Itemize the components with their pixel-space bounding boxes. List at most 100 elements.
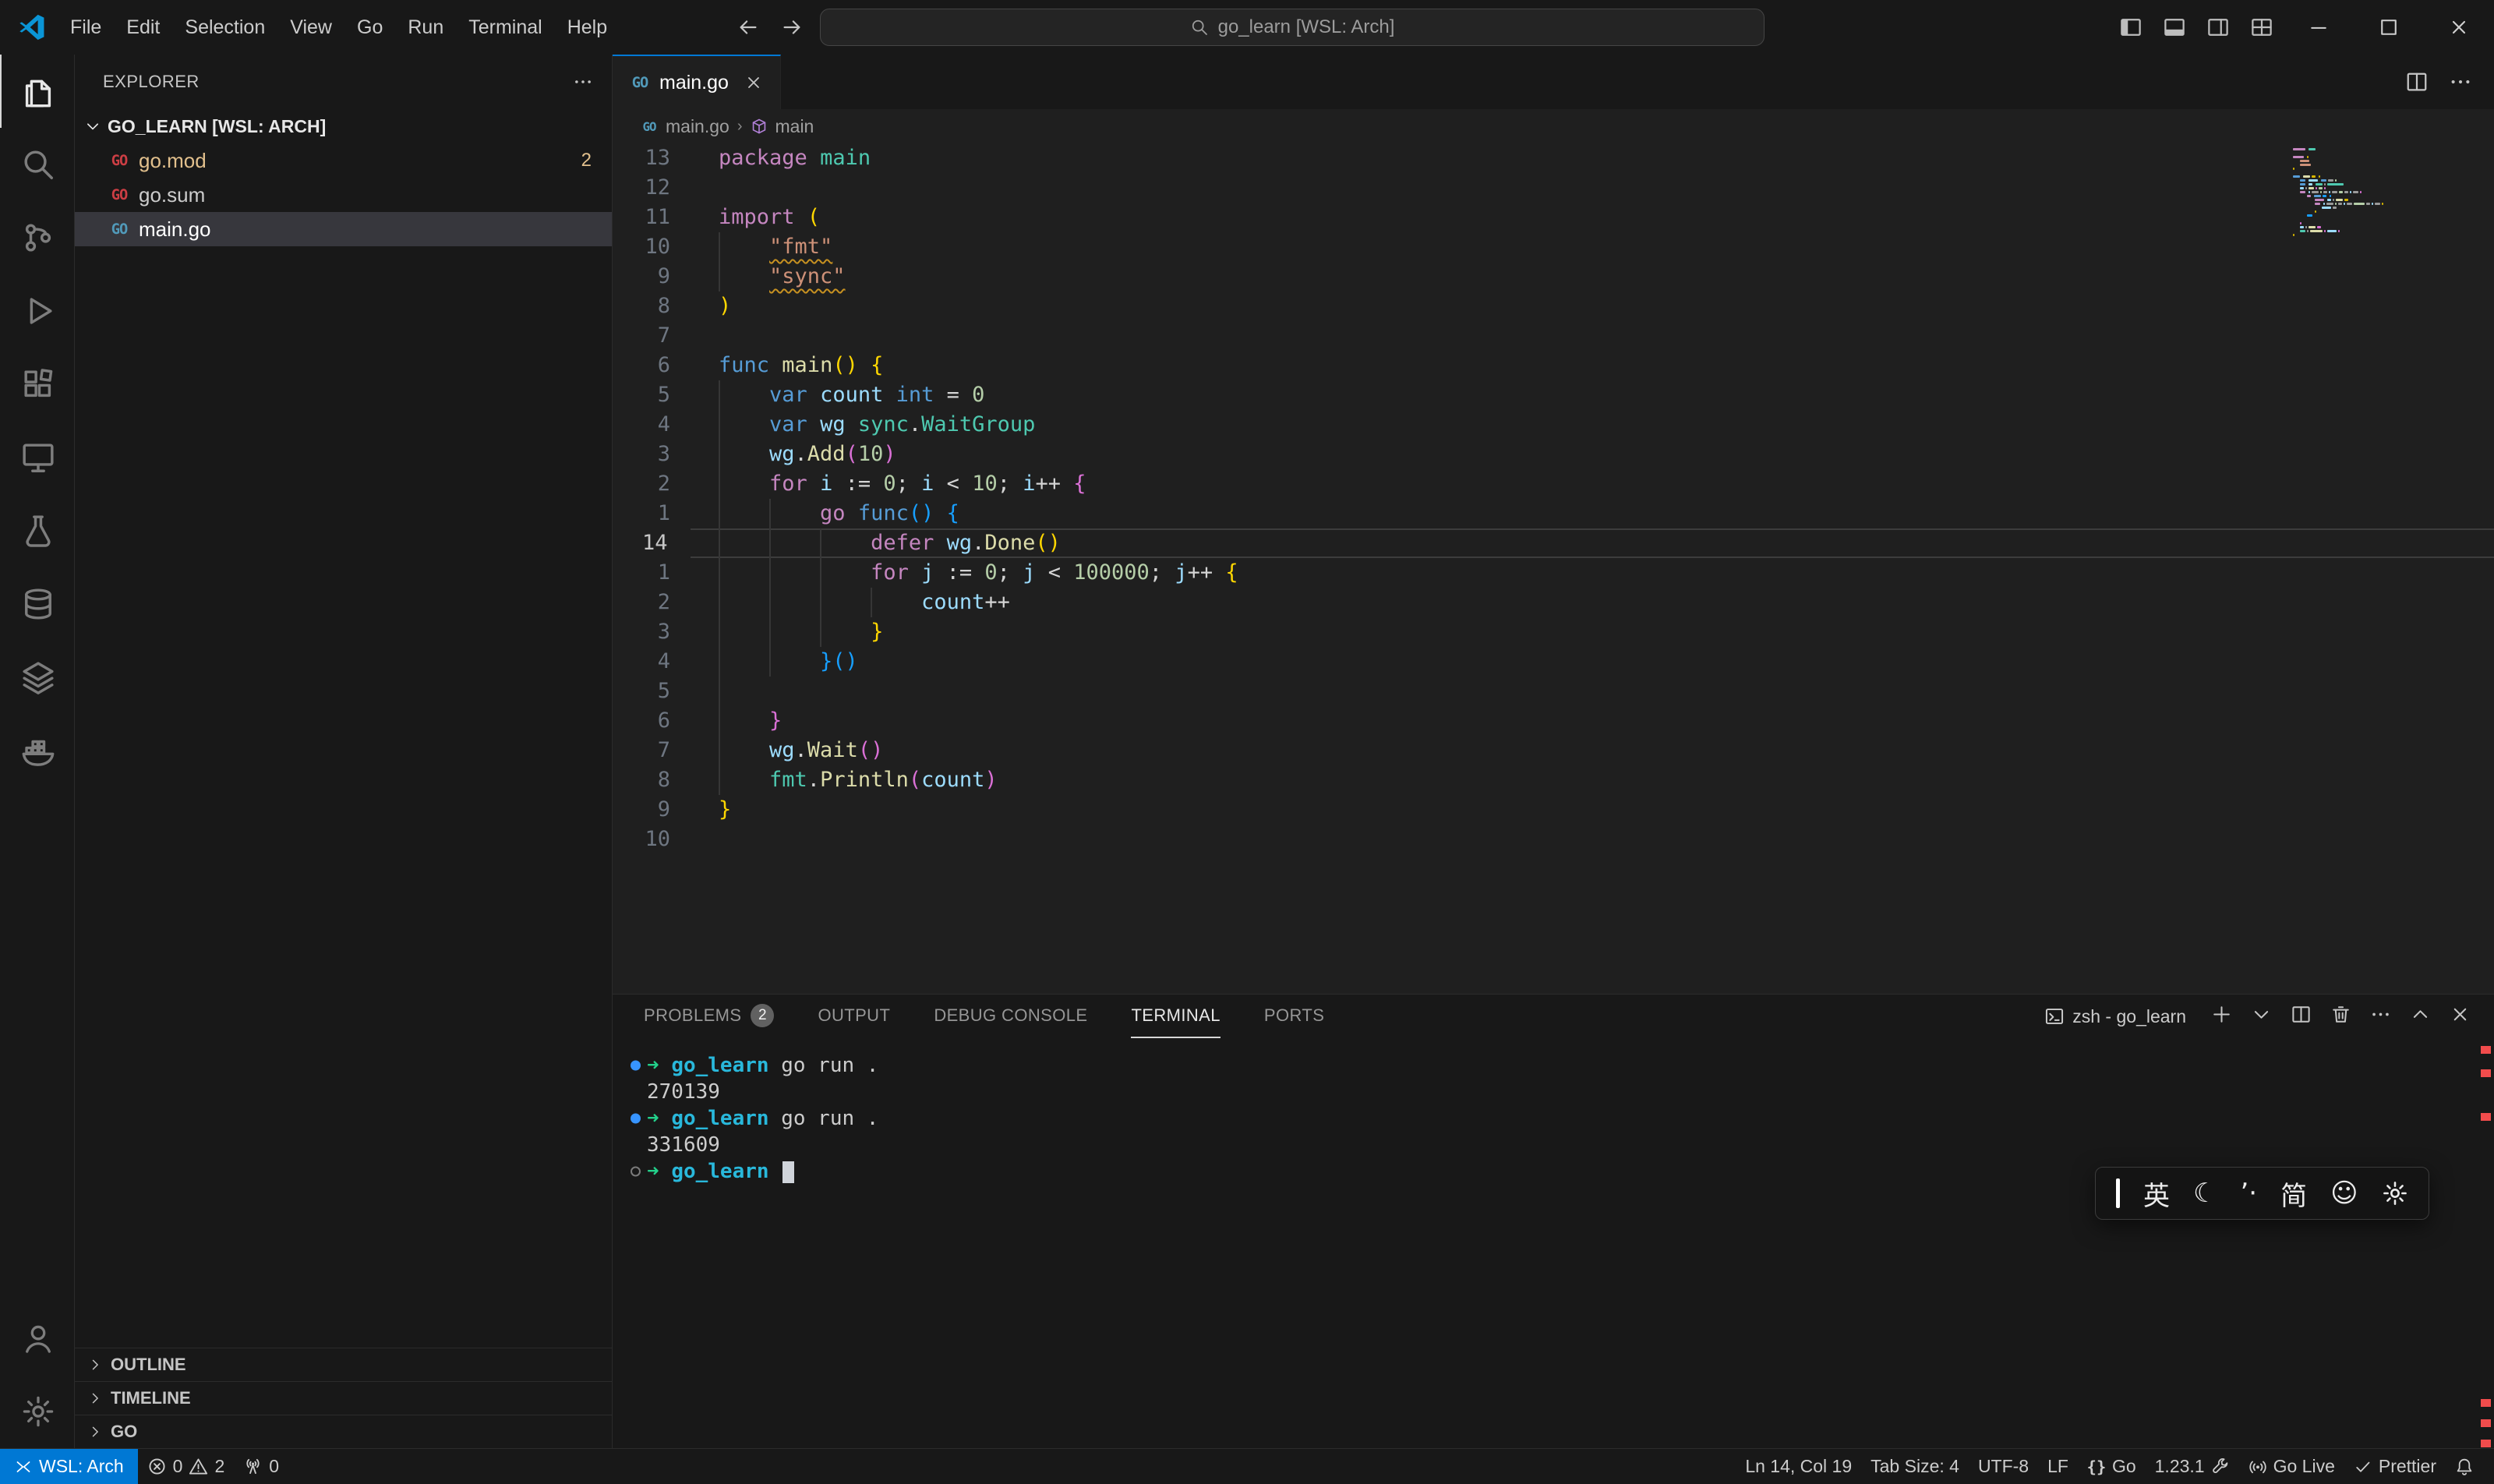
line-content[interactable]: var wg sync.WaitGroup xyxy=(691,410,2494,440)
close-button[interactable] xyxy=(2424,0,2494,55)
breadcrumb-item[interactable]: main xyxy=(775,116,814,137)
command-decoration[interactable] xyxy=(631,1114,641,1124)
panel-tab-debug-console[interactable]: DEBUG CONSOLE xyxy=(934,995,1087,1038)
command-decoration[interactable] xyxy=(631,1061,641,1071)
section-go[interactable]: GO xyxy=(75,1415,612,1448)
ellipsis-icon[interactable] xyxy=(2449,70,2472,94)
breadcrumb-item[interactable]: main.go xyxy=(666,116,729,137)
maximize-button[interactable] xyxy=(2354,0,2424,55)
status-ports[interactable]: 0 xyxy=(234,1449,288,1484)
section-timeline[interactable]: TIMELINE xyxy=(75,1381,612,1415)
menu-terminal[interactable]: Terminal xyxy=(456,9,554,47)
layout-sidebar-left-button[interactable] xyxy=(2109,0,2153,55)
layout-sidebar-right-button[interactable] xyxy=(2196,0,2240,55)
menu-file[interactable]: File xyxy=(58,9,114,47)
section-outline[interactable]: OUTLINE xyxy=(75,1348,612,1381)
status-remote-indicator[interactable]: WSL: Arch xyxy=(0,1449,138,1484)
status-eol[interactable]: LF xyxy=(2038,1449,2078,1484)
ellipsis-icon[interactable] xyxy=(573,72,593,92)
line-content[interactable]: } xyxy=(691,706,2494,736)
menu-help[interactable]: Help xyxy=(555,9,620,47)
activity-explorer[interactable] xyxy=(0,55,75,128)
tab-close-button[interactable] xyxy=(744,73,763,92)
line-content[interactable]: ) xyxy=(691,292,2494,321)
line-content[interactable]: }() xyxy=(691,647,2494,677)
activity-accounts[interactable] xyxy=(0,1302,75,1375)
trash-button[interactable] xyxy=(2330,1004,2351,1029)
chevron-down-button[interactable] xyxy=(2251,1004,2272,1029)
panel-tab-terminal[interactable]: TERMINAL xyxy=(1131,995,1220,1038)
activity-docker[interactable] xyxy=(0,714,75,787)
close-button[interactable] xyxy=(2450,1004,2471,1029)
minimap[interactable] xyxy=(2293,148,2480,242)
status-encoding[interactable]: UTF-8 xyxy=(1969,1449,2038,1484)
line-content[interactable] xyxy=(691,173,2494,203)
status-indentation[interactable]: Tab Size: 4 xyxy=(1861,1449,1969,1484)
file-go.mod[interactable]: GOgo.mod2 xyxy=(75,143,612,178)
line-content[interactable]: for i := 0; i < 10; i++ { xyxy=(691,469,2494,499)
status-go-live[interactable]: Go Live xyxy=(2239,1449,2344,1484)
activity-search[interactable] xyxy=(0,128,75,201)
line-content[interactable]: } xyxy=(691,617,2494,647)
line-content[interactable]: package main xyxy=(691,143,2494,173)
line-content[interactable]: go func() { xyxy=(691,499,2494,528)
split-editor-icon[interactable] xyxy=(2405,70,2429,94)
panel-tab-output[interactable]: OUTPUT xyxy=(818,995,890,1038)
ime-simplified-chinese[interactable]: 简 xyxy=(2280,1175,2307,1213)
ime-night-mode[interactable]: ☾ xyxy=(2193,1178,2217,1209)
activity-source-control[interactable] xyxy=(0,201,75,274)
line-content[interactable]: wg.Add(10) xyxy=(691,440,2494,469)
arrow-left-icon[interactable] xyxy=(737,16,760,39)
panel-tab-ports[interactable]: PORTS xyxy=(1264,995,1324,1038)
activity-run-debug[interactable] xyxy=(0,274,75,348)
tab-main.go[interactable]: GOmain.go xyxy=(613,55,781,109)
line-content[interactable] xyxy=(691,677,2494,706)
line-content[interactable]: fmt.Println(count) xyxy=(691,765,2494,795)
menu-edit[interactable]: Edit xyxy=(114,9,172,47)
panel-tab-problems[interactable]: PROBLEMS2 xyxy=(644,995,774,1038)
line-content[interactable] xyxy=(691,825,2494,854)
activity-extensions[interactable] xyxy=(0,348,75,421)
file-main.go[interactable]: GOmain.go xyxy=(75,212,612,246)
menu-view[interactable]: View xyxy=(277,9,344,47)
file-go.sum[interactable]: GOgo.sum xyxy=(75,178,612,212)
activity-settings[interactable] xyxy=(0,1375,75,1448)
status-problems[interactable]: 02 xyxy=(138,1449,235,1484)
menu-selection[interactable]: Selection xyxy=(172,9,277,47)
activity-database[interactable] xyxy=(0,567,75,641)
activity-testing[interactable] xyxy=(0,494,75,567)
line-content[interactable] xyxy=(691,321,2494,351)
menu-go[interactable]: Go xyxy=(344,9,395,47)
ime-punctuation[interactable]: ’· xyxy=(2240,1178,2257,1209)
line-content[interactable]: defer wg.Done() xyxy=(691,528,2494,558)
plus-button[interactable] xyxy=(2211,1004,2232,1029)
terminal[interactable]: ➜ go_learn go run .270139➜ go_learn go r… xyxy=(613,1038,2494,1185)
arrow-right-icon[interactable] xyxy=(780,16,804,39)
line-content[interactable]: wg.Wait() xyxy=(691,736,2494,765)
minimize-button[interactable] xyxy=(2284,0,2354,55)
layout-grid-button[interactable] xyxy=(2240,0,2284,55)
chevron-up-button[interactable] xyxy=(2410,1004,2431,1029)
folder-root[interactable]: GO_LEARN [WSL: ARCH] xyxy=(75,109,612,143)
ime-emoji[interactable]: ☺ xyxy=(2330,1178,2358,1209)
ime-caret[interactable] xyxy=(2116,1178,2120,1208)
line-content[interactable]: import ( xyxy=(691,203,2494,232)
line-content[interactable]: count++ xyxy=(691,588,2494,617)
line-content[interactable]: var count int = 0 xyxy=(691,380,2494,410)
layout-panel-button[interactable] xyxy=(2153,0,2196,55)
ime-settings[interactable] xyxy=(2382,1180,2408,1207)
command-center[interactable]: go_learn [WSL: Arch] xyxy=(820,9,1765,46)
activity-remote-explorer[interactable] xyxy=(0,421,75,494)
line-content[interactable]: for j := 0; j < 100000; j++ { xyxy=(691,558,2494,588)
ime-language-en[interactable]: 英 xyxy=(2143,1175,2170,1213)
code-editor[interactable]: 13package main1211import (10"fmt"9"sync"… xyxy=(613,143,2494,994)
status-notifications[interactable] xyxy=(2446,1449,2483,1484)
split-button[interactable] xyxy=(2291,1004,2312,1029)
line-content[interactable]: "sync" xyxy=(691,262,2494,292)
command-decoration[interactable] xyxy=(631,1167,641,1177)
status-prettier[interactable]: Prettier xyxy=(2344,1449,2446,1484)
activity-layers[interactable] xyxy=(0,641,75,714)
line-content[interactable]: } xyxy=(691,795,2494,825)
line-content[interactable]: "fmt" xyxy=(691,232,2494,262)
status-language-mode[interactable]: {}Go xyxy=(2078,1449,2146,1484)
